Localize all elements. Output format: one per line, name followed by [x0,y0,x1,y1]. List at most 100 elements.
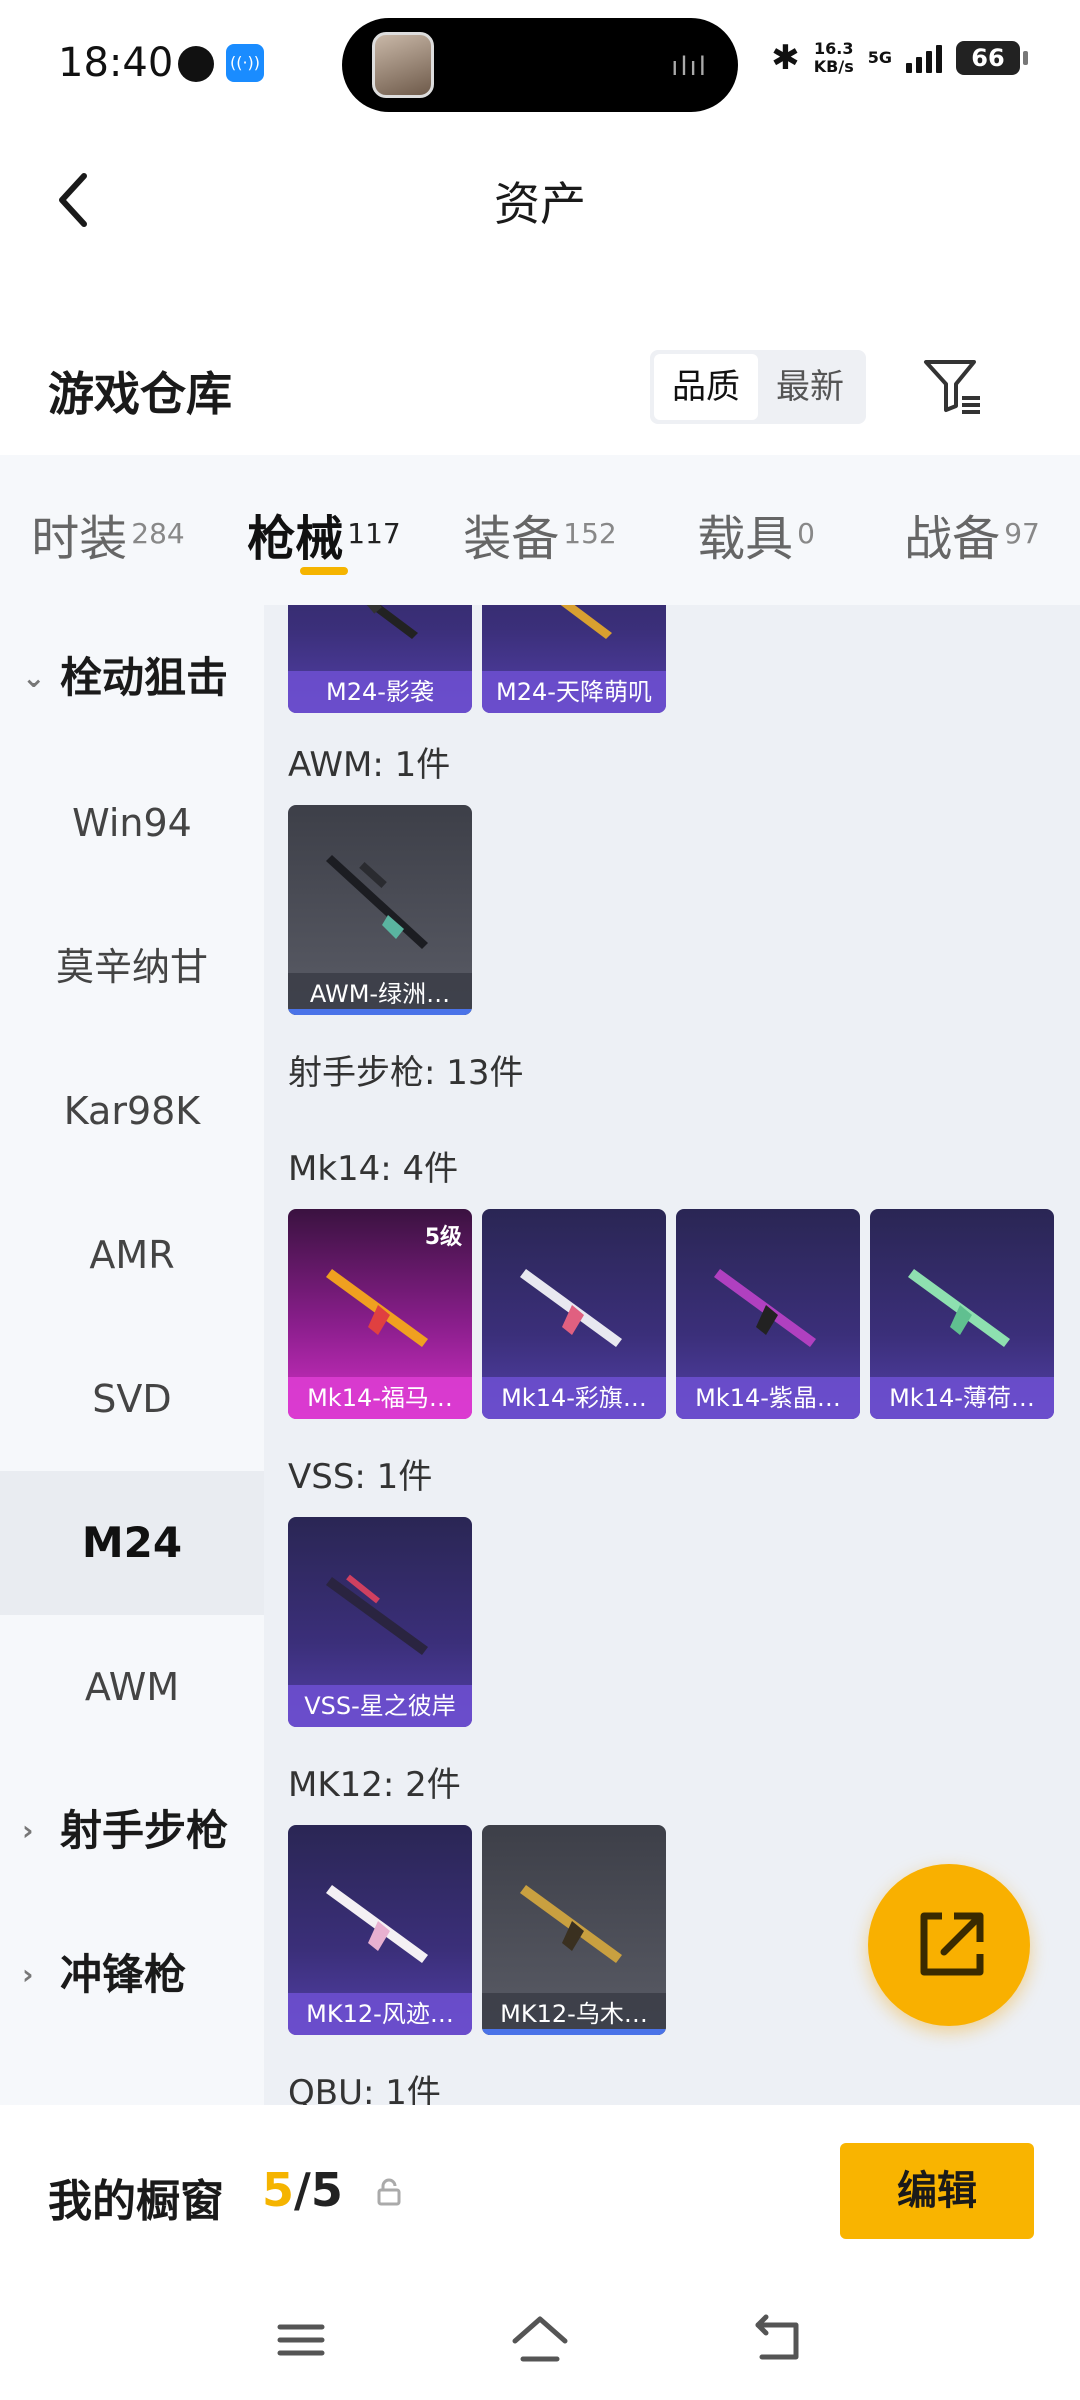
showcase-label: 我的橱窗 [48,2176,224,2227]
tab-guns[interactable]: 枪械 117 [216,455,432,605]
chevron-right-icon: › [22,1814,34,1847]
menu-icon[interactable] [266,2305,336,2375]
home-icon[interactable] [505,2305,575,2375]
tab-count: 0 [797,516,815,550]
section-title: AWM: 1件 [288,745,451,785]
skin-card[interactable]: 5级 Mk14-福马… [288,1209,472,1419]
nav-item-amr[interactable]: AMR [0,1183,264,1327]
category-tabs: 时装 284 枪械 117 装备 152 载具 0 战备 97 [0,455,1080,605]
edit-button[interactable]: 编辑 [840,2143,1034,2239]
warehouse-bar: 游戏仓库 品质 最新 [0,340,1080,440]
sniper-rifle-icon [326,855,428,949]
network-type: 5G [867,48,892,67]
rifle-icon [360,605,418,639]
app-notification-icon [178,46,214,82]
nav-item-awm[interactable]: AWM [0,1615,264,1759]
filter-icon [924,360,980,414]
section-title: VSS: 1件 [288,1457,433,1497]
rifle-icon [714,1269,816,1347]
battery-icon: 66 [956,41,1028,75]
weapon-type-nav: ⌄ 栓动狙击 Win94 莫辛纳甘 Kar98K AMR SVD M24 AWM… [0,605,264,2105]
section-title: QBU: 1件 [288,2073,441,2105]
share-fab-button[interactable] [868,1864,1030,2026]
status-bar: 18:40 ((·)) ılıl ✱ 16.3 KB/s 5G 66 [0,0,1080,130]
skin-card[interactable]: VSS-星之彼岸 [288,1517,472,1727]
chevron-right-icon: › [22,1958,34,1991]
sort-quality[interactable]: 品质 [654,354,758,420]
skin-card[interactable]: Mk14-紫晶… [676,1209,860,1419]
showcase-count: 5/5 [262,2163,343,2217]
nav-group-smg[interactable]: › 冲锋枪 [0,1903,264,2047]
net-speed-unit: KB/s [813,57,854,76]
nav-group-label: 栓动狙击 [60,653,229,702]
nav-item-svd[interactable]: SVD [0,1327,264,1471]
showcase-bar: 我的橱窗 5/5 编辑 [0,2105,1080,2285]
tab-label: 战备 [904,511,1001,567]
skin-card[interactable]: MK12-乌木… [482,1825,666,2035]
tab-label: 载具 [697,511,794,567]
rifle-icon [520,1269,622,1347]
tab-label: 装备 [463,511,560,567]
warehouse-title: 游戏仓库 [48,367,232,421]
rifle-icon [326,1269,428,1347]
skin-card[interactable]: AWM-绿洲… [288,805,472,1015]
skin-card[interactable]: M24-天降萌叽 [482,605,666,713]
skin-card[interactable]: Mk14-彩旗… [482,1209,666,1419]
share-external-icon [920,1912,984,1976]
nav-item-mosin[interactable]: 莫辛纳甘 [0,895,264,1039]
rifle-icon [326,1885,428,1963]
rifle-icon [520,1885,622,1963]
nav-group-bolt-sniper[interactable]: ⌄ 栓动狙击 [0,605,264,751]
media-thumbnail [372,32,434,98]
bluetooth-icon: ✱ [771,38,800,78]
skin-name: MK12-风迹… [288,1993,472,2035]
skin-card[interactable]: MK12-风迹… [288,1825,472,2035]
section-title: MK12: 2件 [288,1765,461,1805]
rifle-icon [326,1574,428,1655]
dynamic-island[interactable]: ılıl [342,18,738,112]
tab-count: 152 [563,516,617,550]
filter-button[interactable] [918,352,988,422]
nav-group-dmr[interactable]: › 射手步枪 [0,1759,264,1903]
tab-count: 284 [131,516,185,550]
skin-name: Mk14-福马… [288,1377,472,1419]
back-nav-icon[interactable] [744,2305,814,2375]
tab-label: 时装 [31,511,128,567]
skin-card[interactable]: M24-影袭 [288,605,472,713]
tab-equipment[interactable]: 装备 152 [432,455,648,605]
tab-vehicles[interactable]: 载具 0 [648,455,864,605]
tab-label: 枪械 [247,511,344,567]
showcase-count-total: /5 [294,2163,343,2217]
tab-fashion[interactable]: 时装 284 [0,455,216,605]
nav-group-label: 冲锋枪 [60,1950,187,1999]
tab-count: 97 [1004,516,1040,550]
net-speed: 16.3 KB/s [814,40,854,76]
skin-name: M24-影袭 [288,671,472,713]
tab-battle-prep[interactable]: 战备 97 [864,455,1080,605]
net-speed-value: 16.3 [814,39,854,58]
nav-item-m24[interactable]: M24 [0,1471,264,1615]
rifle-icon [560,605,612,639]
skin-name: Mk14-薄荷… [870,1377,1054,1419]
tab-active-indicator [300,567,348,575]
sort-toggle: 品质 最新 [650,350,866,424]
sort-newest[interactable]: 最新 [758,354,862,420]
nav-item-kar98k[interactable]: Kar98K [0,1039,264,1183]
app-header: 资产 [0,150,1080,250]
hotspot-icon: ((·)) [226,44,264,82]
lock-icon [377,2178,401,2206]
section-title: Mk14: 4件 [288,1149,459,1189]
page-title: 资产 [494,177,586,231]
rifle-icon [908,1269,1010,1347]
nav-item-win94[interactable]: Win94 [0,751,264,895]
skin-name: M24-天降萌叽 [482,671,666,713]
skin-name: VSS-星之彼岸 [288,1685,472,1727]
section-title: 射手步枪: 13件 [288,1053,524,1093]
skin-card[interactable]: Mk14-薄荷… [870,1209,1054,1419]
chevron-down-icon: ⌄ [22,661,46,694]
system-nav-bar [0,2285,1080,2400]
audio-wave-icon: ılıl [671,52,708,82]
showcase-count-current: 5 [262,2163,295,2217]
tab-count: 117 [347,516,401,550]
nav-group-label: 射手步枪 [60,1806,229,1855]
